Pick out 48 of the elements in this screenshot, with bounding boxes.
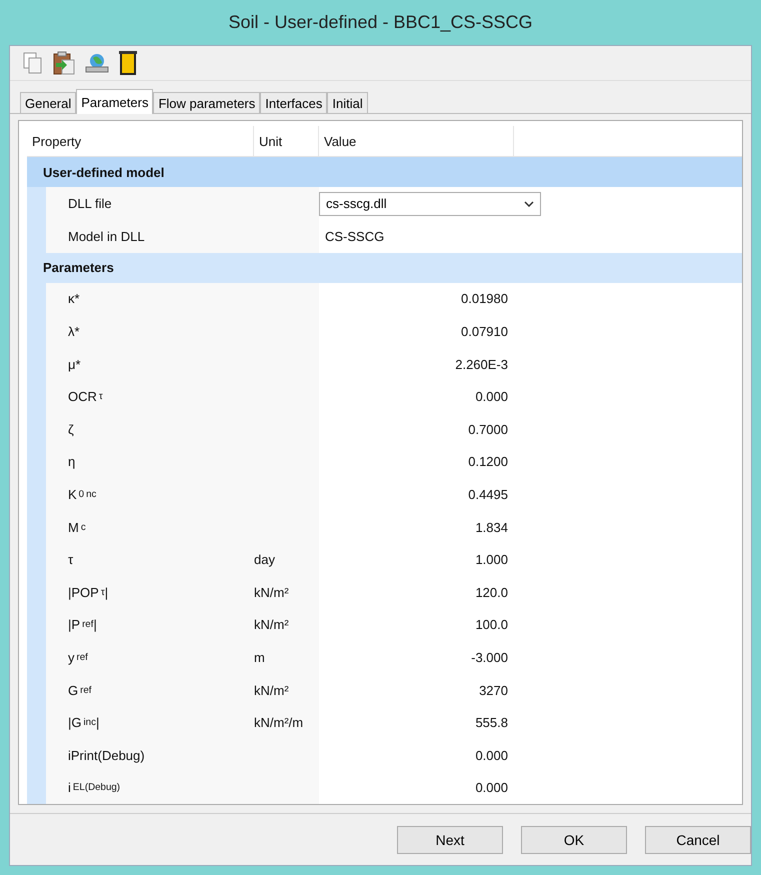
property-label: κ* <box>67 290 81 308</box>
property-label: μ* <box>67 356 82 374</box>
property-label: Model in DLL <box>67 228 146 246</box>
dialog-button[interactable]: OK <box>521 826 627 854</box>
value-field[interactable]: 0.4495 <box>468 487 508 502</box>
property-label: DLL file <box>67 195 113 214</box>
value-field[interactable]: 0.000 <box>475 748 508 763</box>
group-header[interactable]: Parameters <box>27 252 742 283</box>
group-header[interactable]: User-defined model <box>27 157 742 188</box>
value-field[interactable]: 555.8 <box>475 715 508 730</box>
tab[interactable]: General <box>20 92 76 114</box>
property-label: λ* <box>67 323 81 342</box>
value-text: CS-SSCG <box>325 228 384 244</box>
value-field[interactable]: 0.000 <box>475 780 508 796</box>
value-field[interactable]: 0.1200 <box>468 454 508 470</box>
tab[interactable]: Interfaces <box>260 92 328 114</box>
unit-label: day <box>254 552 275 568</box>
tab[interactable]: Initial <box>327 92 368 114</box>
unit-label: kN/m²/m <box>254 715 304 730</box>
property-label: η <box>67 453 76 472</box>
dialog-button[interactable]: Next <box>397 826 503 854</box>
value-field[interactable]: 2.260E-3 <box>455 356 508 372</box>
unit-label: kN/m² <box>254 584 289 600</box>
dropdown-field[interactable]: cs-sscg.dll <box>319 192 541 216</box>
value-field[interactable]: 120.0 <box>475 584 508 600</box>
value-field[interactable]: 0.7000 <box>468 422 508 437</box>
dialog-button[interactable]: Cancel <box>645 826 751 854</box>
value-field[interactable]: 100.0 <box>475 617 508 632</box>
column-header: Unit <box>254 126 319 156</box>
property-label: ζ <box>67 420 75 439</box>
tab[interactable]: Flow parameters <box>153 92 260 114</box>
unit-label: m <box>254 650 265 665</box>
value-field[interactable]: 0.01980 <box>461 291 508 306</box>
value-field[interactable]: -3.000 <box>471 650 508 665</box>
value-field[interactable]: 0.07910 <box>461 324 508 340</box>
value-field[interactable]: 0.000 <box>475 389 508 404</box>
column-header: Property <box>27 126 254 156</box>
property-label: iPrint(Debug) <box>67 746 146 765</box>
value-field[interactable]: 1.834 <box>475 520 508 535</box>
window-title: Soil - User-defined - BBC1_CS-SSCG <box>228 12 533 33</box>
chevron-icon <box>524 200 534 207</box>
tab[interactable]: Parameters <box>76 89 154 114</box>
value-field[interactable]: 3270 <box>479 682 508 698</box>
unit-label: kN/m² <box>254 617 289 632</box>
property-label: τ <box>67 551 74 570</box>
value-field[interactable]: 1.000 <box>475 552 508 568</box>
column-header: Value <box>319 126 514 156</box>
unit-label: kN/m² <box>254 682 289 698</box>
